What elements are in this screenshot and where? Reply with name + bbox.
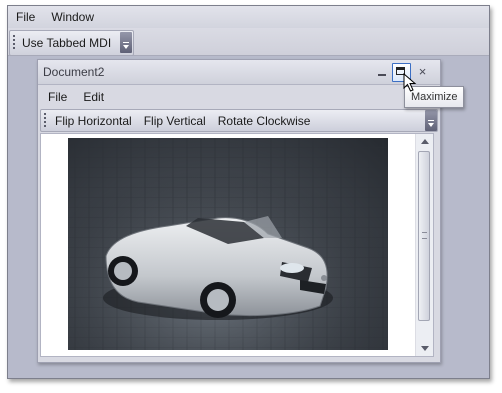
toolbar-overflow-chevron-down-icon[interactable] (120, 32, 133, 53)
convertible-car-image (68, 138, 388, 350)
main-toolbar: Use Tabbed MDI (9, 30, 135, 56)
child-titlebar[interactable]: Document2 × (38, 60, 440, 85)
child-menu-file[interactable]: File (40, 86, 75, 108)
rotate-clockwise-button[interactable]: Rotate Clockwise (212, 110, 317, 132)
document-content (40, 133, 434, 357)
child-toolbar-overflow-chevron-down-icon[interactable] (425, 110, 437, 131)
minimize-icon[interactable] (374, 63, 391, 80)
use-tabbed-mdi-button[interactable]: Use Tabbed MDI (16, 32, 117, 54)
scroll-down-arrow-icon[interactable] (416, 340, 433, 356)
main-menubar: File Window (8, 6, 489, 28)
child-menubar: File Edit (40, 86, 438, 108)
menu-window[interactable]: Window (43, 6, 102, 28)
main-toolbar-row: Use Tabbed MDI (8, 28, 489, 56)
child-window-title: Document2 (43, 65, 105, 79)
mouse-pointer-icon (403, 73, 417, 92)
child-toolbar-grip-icon[interactable] (44, 113, 46, 129)
car-photo (68, 138, 388, 350)
child-toolbar: Flip Horizontal Flip Vertical Rotate Clo… (40, 109, 438, 132)
child-menu-edit[interactable]: Edit (75, 86, 112, 108)
scroll-up-arrow-icon[interactable] (416, 134, 433, 150)
flip-vertical-button[interactable]: Flip Vertical (138, 110, 212, 132)
main-window: File Window Use Tabbed MDI Document2 × F… (7, 5, 490, 379)
child-window-document2: Document2 × File Edit Flip Horizontal Fl… (37, 59, 441, 363)
menu-file[interactable]: File (8, 6, 43, 28)
scroll-thumb[interactable] (418, 151, 430, 321)
toolbar-grip-icon[interactable] (13, 35, 15, 51)
flip-horizontal-button[interactable]: Flip Horizontal (49, 110, 138, 132)
vertical-scrollbar[interactable] (415, 134, 433, 356)
